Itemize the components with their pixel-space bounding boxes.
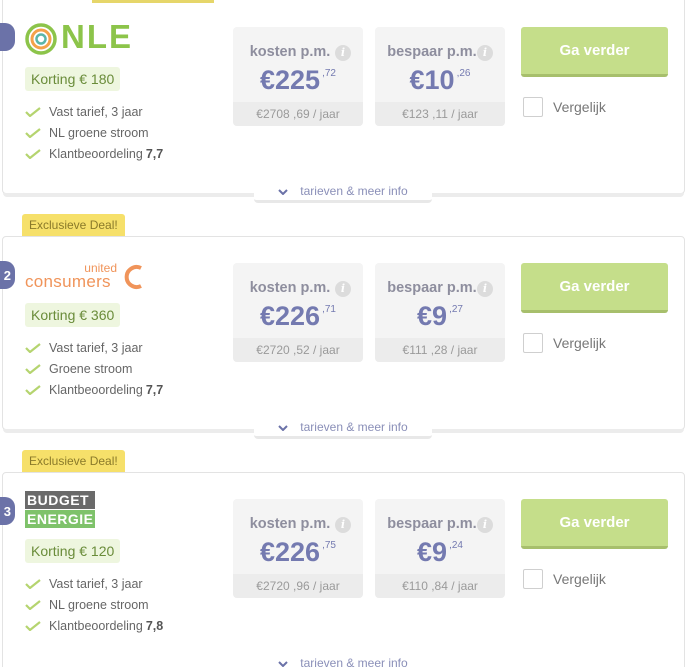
go-further-button[interactable]: Ga verder (521, 499, 668, 549)
list-item: Klantbeoordeling 7,7 (25, 143, 163, 164)
cost-yearly: €2720 ,52 / jaar (233, 338, 363, 362)
savings-box: bespaar p.m. i €9,27 €111 ,28 / jaar (375, 263, 505, 362)
check-icon (25, 384, 41, 395)
chevron-down-icon (278, 661, 289, 667)
cost-amount: €226,75 (260, 537, 336, 567)
list-item: Vast tarief, 3 jaar (25, 337, 163, 358)
info-icon[interactable]: i (477, 45, 493, 61)
more-info-toggle[interactable]: tarieven & meer info (254, 653, 432, 667)
check-icon (25, 106, 41, 117)
cost-yearly: €2720 ,96 / jaar (233, 574, 363, 598)
list-item: Vast tarief, 3 jaar (25, 101, 163, 122)
info-icon[interactable]: i (335, 517, 351, 533)
check-icon (25, 342, 41, 353)
list-item: Klantbeoordeling 7,7 (25, 379, 163, 400)
list-item: Klantbeoordeling 7,8 (25, 615, 163, 636)
rank-number: 2 (3, 267, 11, 283)
discount-badge: Korting € 180 (25, 67, 121, 91)
provider-logo: BUDGET ENERGIE (25, 491, 95, 529)
check-icon (25, 599, 41, 610)
discount-badge: Korting € 120 (25, 539, 121, 563)
info-icon[interactable]: i (477, 281, 493, 297)
savings-box: bespaar p.m. i €9,24 €110 ,84 / jaar (375, 499, 505, 598)
list-item: Vast tarief, 3 jaar (25, 573, 163, 594)
check-icon (25, 127, 41, 138)
united-consumers-logo: united consumers (25, 257, 145, 295)
chevron-down-icon (278, 425, 289, 431)
united-consumers-c-icon (124, 265, 142, 289)
check-icon (25, 148, 41, 159)
provider-logo: united consumers (25, 257, 145, 295)
compare-label: Vergelijk (553, 571, 606, 587)
more-info-toggle[interactable]: tarieven & meer info (254, 417, 432, 439)
rank-badge: 2 (0, 261, 15, 289)
offer-card: 3 BUDGET ENERGIE Korting € 120 Vast tari… (0, 472, 685, 667)
discount-badge: Korting € 360 (25, 303, 121, 327)
compare-checkbox[interactable]: Vergelijk (523, 569, 606, 589)
check-icon (25, 620, 41, 631)
compare-label: Vergelijk (553, 99, 606, 115)
cost-box: kosten p.m. i €226,71 €2720 ,52 / jaar (233, 263, 363, 362)
top-accent-bar (92, 0, 214, 3)
offer-card: 1 NLE Korting € 180 Vast tarief, 3 jaar … (0, 0, 685, 197)
cost-amount: €226,71 (260, 301, 336, 331)
offer-card: 2 united consumers Korting € 360 Vast ta… (0, 236, 685, 433)
list-item: Groene stroom (25, 358, 163, 379)
compare-checkbox[interactable]: Vergelijk (523, 333, 606, 353)
go-further-button[interactable]: Ga verder (521, 27, 668, 77)
checkbox[interactable] (523, 333, 543, 353)
checkbox[interactable] (523, 97, 543, 117)
rating-value: 7,7 (145, 382, 164, 397)
budget-energie-logo: BUDGET ENERGIE (25, 491, 95, 528)
cost-yearly: €2708 ,69 / jaar (233, 102, 363, 126)
savings-yearly: €110 ,84 / jaar (375, 574, 505, 598)
feature-list: Vast tarief, 3 jaar NL groene stroom Kla… (25, 101, 163, 164)
checkbox[interactable] (523, 569, 543, 589)
go-further-button[interactable]: Ga verder (521, 263, 668, 313)
exclusive-deal-badge: Exclusieve Deal! (22, 214, 125, 236)
rating-value: 7,8 (145, 618, 164, 633)
feature-list: Vast tarief, 3 jaar Groene stroom Klantb… (25, 337, 163, 400)
compare-label: Vergelijk (553, 335, 606, 351)
cost-box: kosten p.m. i €226,75 €2720 ,96 / jaar (233, 499, 363, 598)
check-icon (25, 363, 41, 374)
savings-amount: €9,27 (417, 301, 463, 331)
savings-box: bespaar p.m. i €10,26 €123 ,11 / jaar (375, 27, 505, 126)
rank-badge: 1 (0, 23, 15, 51)
list-item: NL groene stroom (25, 594, 163, 615)
check-icon (25, 578, 41, 589)
info-icon[interactable]: i (477, 517, 493, 533)
rank-badge: 3 (0, 497, 15, 525)
exclusive-deal-badge: Exclusieve Deal! (22, 450, 125, 472)
rank-number: 3 (3, 503, 11, 519)
list-item: NL groene stroom (25, 122, 163, 143)
savings-amount: €9,24 (417, 537, 463, 567)
info-icon[interactable]: i (335, 281, 351, 297)
rating-value: 7,7 (145, 146, 164, 161)
savings-yearly: €111 ,28 / jaar (375, 338, 505, 362)
nle-logo-text: NLE (61, 18, 133, 55)
chevron-down-icon (278, 189, 289, 195)
cost-box: kosten p.m. i €225,72 €2708 ,69 / jaar (233, 27, 363, 126)
feature-list: Vast tarief, 3 jaar NL groene stroom Kla… (25, 573, 163, 636)
more-info-toggle[interactable]: tarieven & meer info (254, 181, 432, 203)
info-icon[interactable]: i (335, 45, 351, 61)
provider-logo: NLE (25, 18, 137, 58)
savings-yearly: €123 ,11 / jaar (375, 102, 505, 126)
cost-amount: €225,72 (260, 65, 336, 95)
savings-amount: €10,26 (409, 65, 471, 95)
compare-checkbox[interactable]: Vergelijk (523, 97, 606, 117)
